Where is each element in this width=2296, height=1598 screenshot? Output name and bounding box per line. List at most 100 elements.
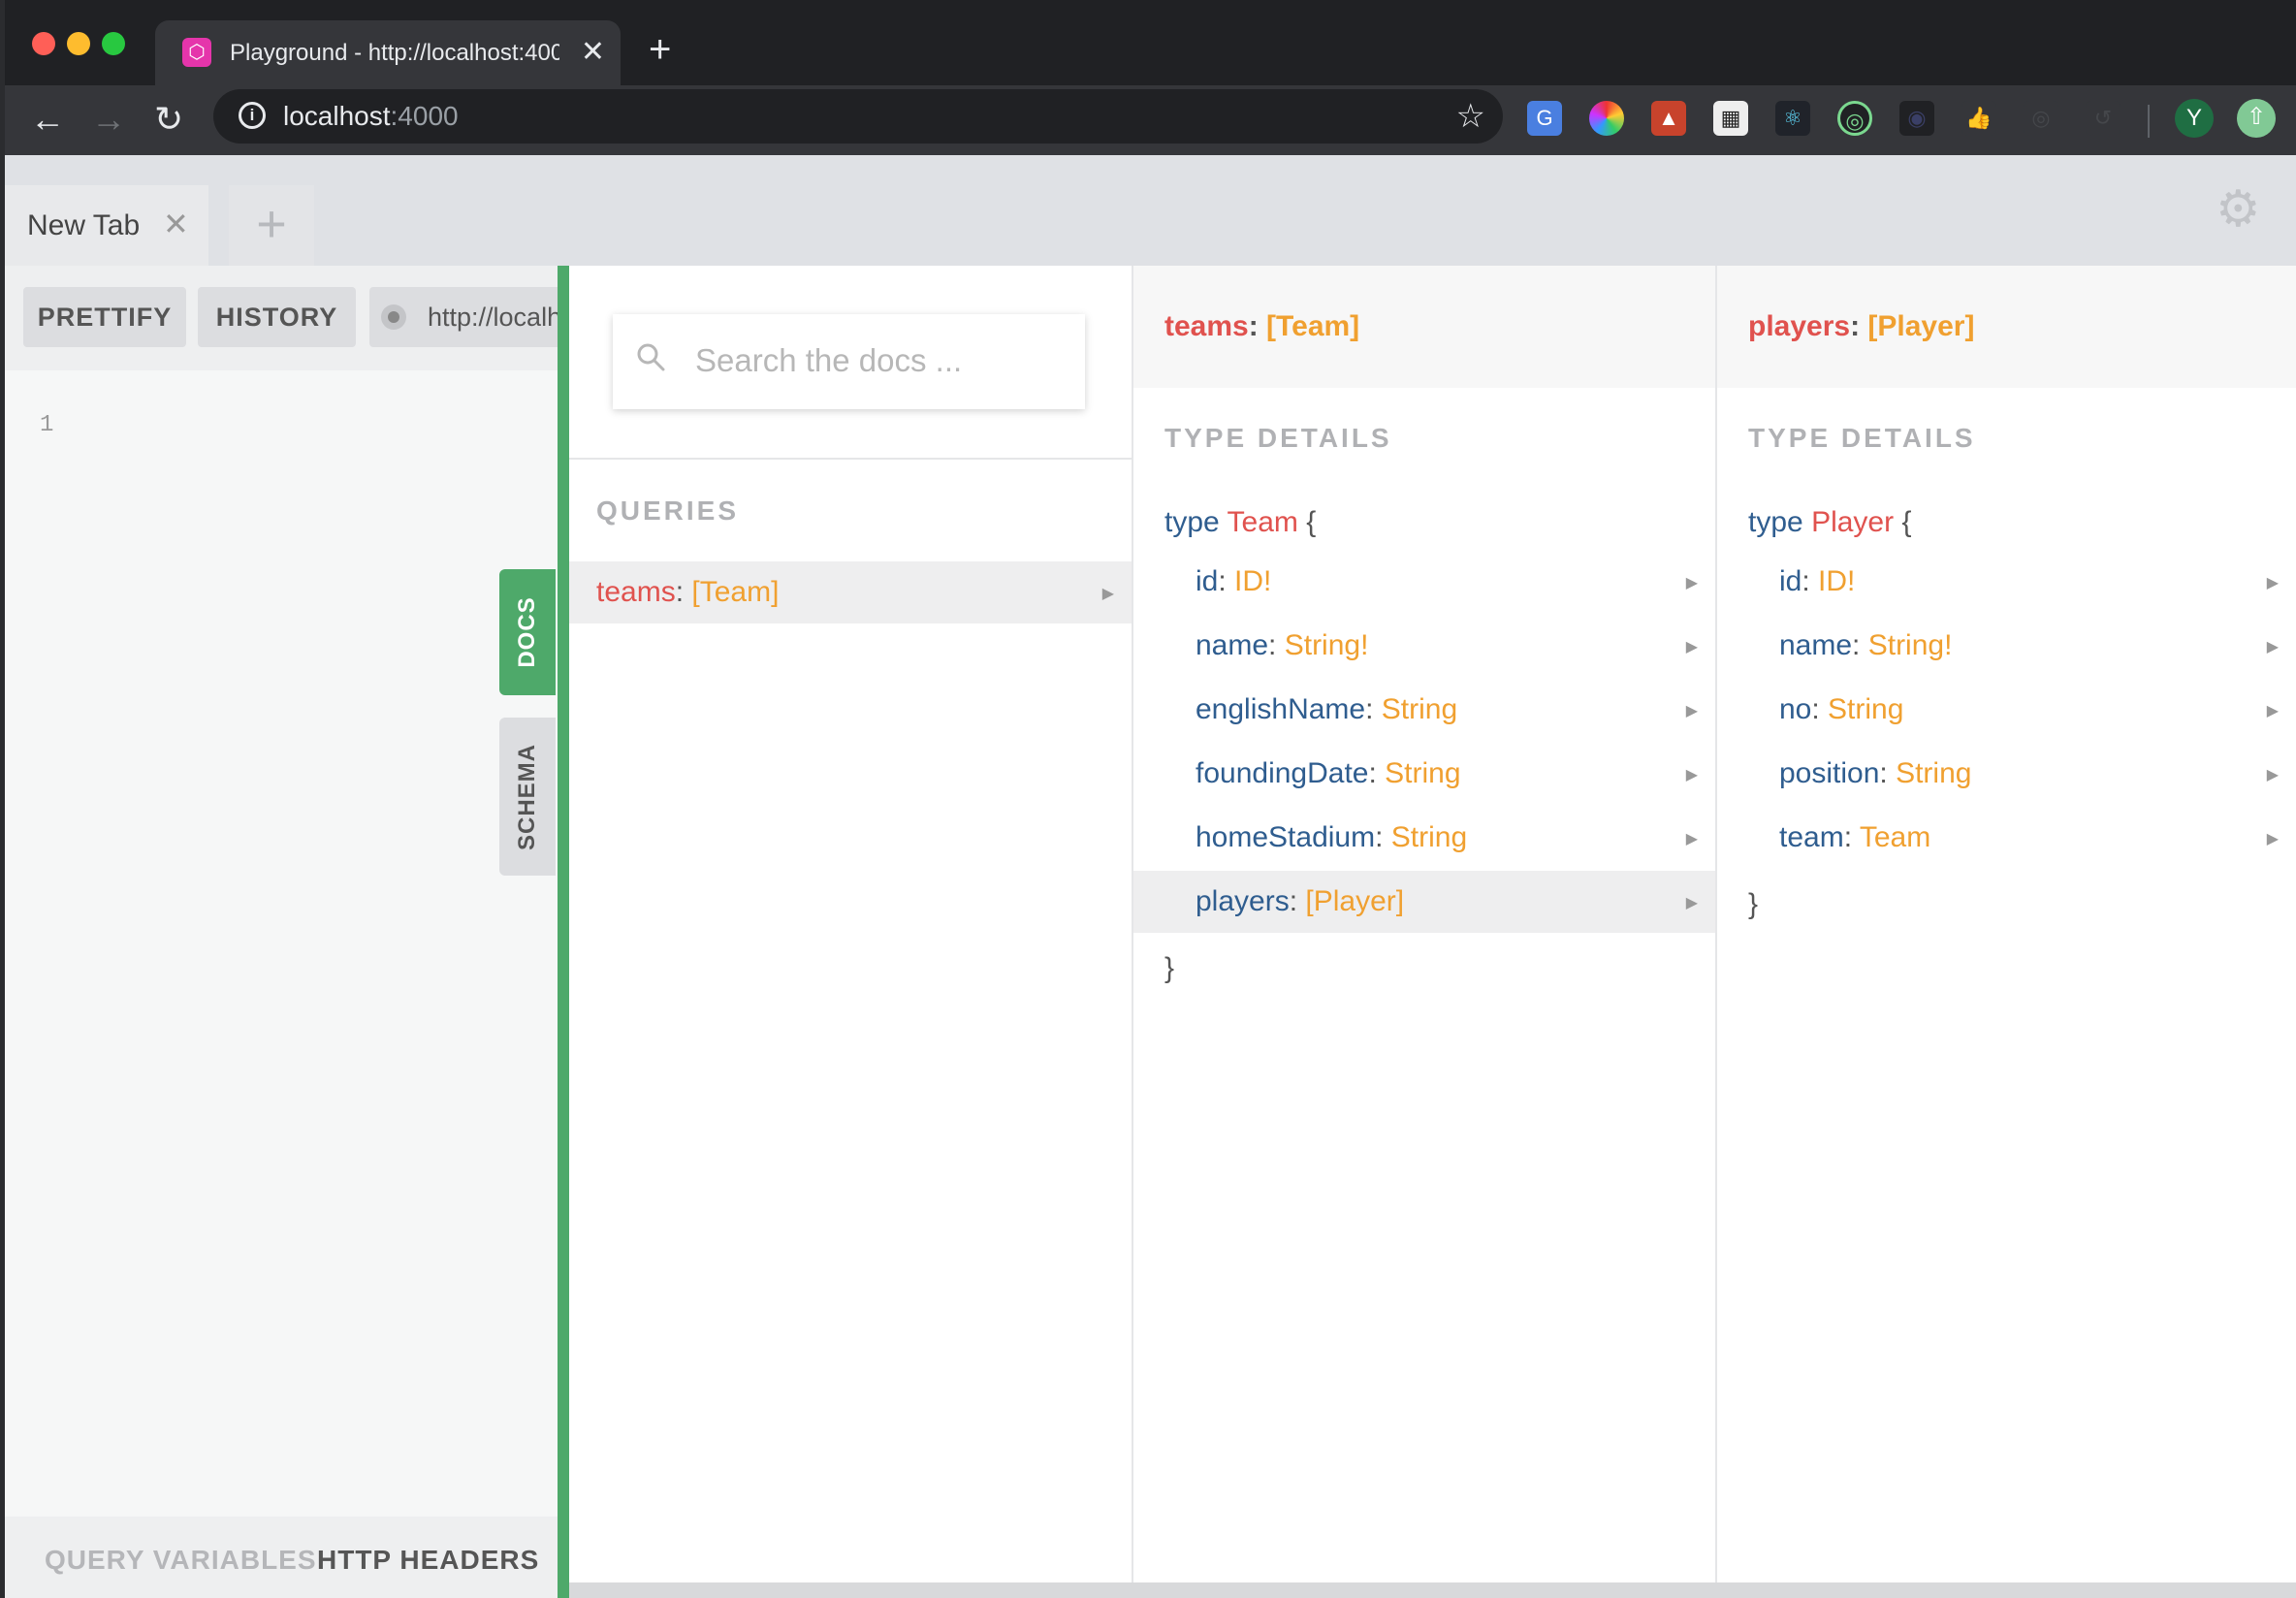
tab-close-icon[interactable]: ✕ — [581, 36, 605, 69]
history-button[interactable]: HISTORY — [198, 287, 356, 347]
minimize-window-button[interactable] — [67, 32, 90, 55]
close-brace: } — [1164, 952, 1175, 984]
playground-tab-close-icon[interactable]: ✕ — [163, 207, 189, 241]
queries-section-label: QUERIES — [596, 495, 740, 526]
bookmark-star-icon[interactable]: ☆ — [1456, 97, 1485, 136]
prettify-button[interactable]: PRETTIFY — [23, 287, 186, 347]
query-editor-pane: PRETTIFY HISTORY http://localhost:4000 1… — [5, 266, 563, 1598]
field-name: no — [1779, 693, 1812, 725]
reload-icon[interactable]: ↻ — [154, 97, 183, 142]
field-row-players[interactable]: players: [Player] ▶ — [1133, 871, 1715, 933]
add-playground-tab-button[interactable]: + — [229, 185, 314, 266]
profile-avatar[interactable]: Y — [2175, 99, 2214, 138]
field-name: position — [1779, 757, 1880, 789]
field-signature: no: String — [1779, 692, 1903, 727]
field-name: foundingDate — [1196, 757, 1369, 789]
endpoint-url-field[interactable]: http://localhost:4000 — [369, 287, 563, 347]
lighthouse-extension-icon[interactable]: ▲ — [1651, 101, 1686, 136]
type-keyword: type — [1748, 506, 1803, 538]
field-row-name[interactable]: name: String! ▶ — [1717, 615, 2296, 677]
field-name: englishName — [1196, 693, 1366, 725]
docs-search-box[interactable] — [613, 314, 1085, 409]
field-signature: homeStadium: String — [1196, 820, 1467, 855]
browser-tab-title: Playground - http://localhost:4000 — [230, 40, 559, 66]
field-type: [Player] — [1305, 885, 1405, 917]
playground-tab-bar: New Tab ✕ + ⚙ — [5, 155, 2296, 266]
header-colon: : — [1248, 310, 1267, 342]
field-type: Team — [1859, 821, 1931, 853]
field-row-no[interactable]: no: String ▶ — [1717, 679, 2296, 741]
player-panel-header: players: [Player] — [1717, 266, 2296, 388]
back-arrow-icon[interactable]: ← — [30, 97, 65, 142]
type-name: Team — [1227, 506, 1298, 538]
field-name: homeStadium — [1196, 821, 1376, 853]
expand-arrow-icon: ▶ — [2266, 703, 2279, 719]
type-declaration: type Player { — [1748, 505, 1911, 540]
playground-tab[interactable]: New Tab ✕ — [5, 185, 208, 266]
close-window-button[interactable] — [32, 32, 55, 55]
docs-root-column: QUERIES teams: [Team] ▶ — [569, 266, 1133, 1582]
field-name: players — [1196, 885, 1290, 917]
schema-side-tab[interactable]: SCHEMA — [499, 718, 556, 876]
address-bar-url: localhost:4000 — [283, 100, 459, 133]
field-type: ID! — [1234, 565, 1272, 597]
field-type: String — [1896, 757, 1972, 789]
query-row-teams[interactable]: teams: [Team] ▶ — [569, 561, 1132, 623]
maximize-window-button[interactable] — [102, 32, 125, 55]
field-row-id[interactable]: id: ID! ▶ — [1133, 551, 1715, 613]
site-info-icon[interactable]: i — [239, 102, 266, 129]
field-signature: team: Team — [1779, 820, 1930, 855]
translate-extension-icon[interactable]: G — [1527, 101, 1562, 136]
expand-arrow-icon: ▶ — [1685, 575, 1698, 591]
field-row-position[interactable]: position: String ▶ — [1717, 743, 2296, 805]
query-variables-tab[interactable]: QUERY VARIABLES — [45, 1544, 317, 1577]
type-details-label: TYPE DETAILS — [1748, 423, 1976, 453]
field-type: String — [1390, 821, 1468, 853]
react-devtools-icon[interactable]: ⚛ — [1775, 101, 1810, 136]
field-name: name — [1779, 629, 1853, 661]
expand-arrow-icon: ▶ — [2266, 831, 2279, 847]
thumbs-up-extension-icon[interactable]: 👍 — [1961, 101, 1996, 136]
field-colon: : — [1852, 629, 1868, 661]
expand-arrow-icon: ▶ — [2266, 767, 2279, 783]
qr-code-extension-icon[interactable]: ▦ — [1713, 101, 1748, 136]
player-panel-title: players: [Player] — [1748, 309, 1974, 344]
field-row-englishName[interactable]: englishName: String ▶ — [1133, 679, 1715, 741]
disabled-extension-icon[interactable]: ◎ — [2024, 101, 2058, 136]
expand-arrow-icon: ▶ — [2266, 575, 2279, 591]
target-extension-icon[interactable]: ◎ — [1837, 101, 1872, 136]
profile-extension-icon[interactable]: ◉ — [1899, 101, 1934, 136]
field-row-foundingDate[interactable]: foundingDate: String ▶ — [1133, 743, 1715, 805]
field-type: ID! — [1818, 565, 1856, 597]
close-brace: } — [1748, 888, 1759, 920]
schema-side-tab-label: SCHEMA — [514, 743, 540, 850]
header-field-name: players — [1748, 310, 1851, 342]
docs-search-input[interactable] — [695, 341, 1064, 380]
field-colon: : — [1365, 693, 1382, 725]
field-colon: : — [1802, 565, 1819, 597]
field-row-homeStadium[interactable]: homeStadium: String ▶ — [1133, 807, 1715, 869]
field-signature: id: ID! — [1196, 564, 1271, 599]
browser-toolbar: ← → ↻ i localhost:4000 ☆ G ▲ ▦ ⚛ ◎ ◉ 👍 ◎… — [5, 85, 2296, 155]
forward-arrow-icon[interactable]: → — [91, 97, 126, 142]
color-picker-extension-icon[interactable] — [1589, 101, 1624, 136]
docs-horizontal-scrollbar[interactable] — [569, 1582, 2296, 1598]
field-row-name[interactable]: name: String! ▶ — [1133, 615, 1715, 677]
type-keyword: type — [1164, 506, 1220, 538]
address-bar[interactable]: i localhost:4000 ☆ — [213, 89, 1503, 144]
field-row-id[interactable]: id: ID! ▶ — [1717, 551, 2296, 613]
expand-arrow-icon: ▶ — [1685, 831, 1698, 847]
type-declaration: type Team { — [1164, 505, 1316, 540]
field-colon: : — [1843, 821, 1860, 853]
header-field-name: teams — [1164, 310, 1249, 342]
field-type: String — [1385, 757, 1461, 789]
http-headers-tab[interactable]: HTTP HEADERS — [317, 1544, 539, 1577]
docs-side-tab[interactable]: DOCS — [499, 569, 556, 695]
settings-gear-icon[interactable]: ⚙ — [2216, 180, 2261, 239]
docs-panel-resize-handle[interactable] — [558, 266, 569, 1598]
disabled-extension-2-icon[interactable]: ↺ — [2086, 101, 2121, 136]
field-row-team[interactable]: team: Team ▶ — [1717, 807, 2296, 869]
update-arrow-icon[interactable]: ⇧ — [2237, 99, 2276, 138]
browser-tab-active[interactable]: ⬡ Playground - http://localhost:4000 ✕ — [155, 20, 621, 85]
new-browser-tab-button[interactable]: + — [649, 25, 671, 74]
